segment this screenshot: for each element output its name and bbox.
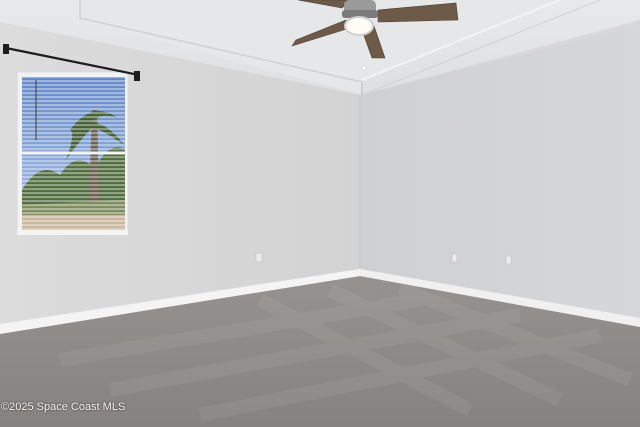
- room-illustration: [0, 0, 640, 427]
- window-icon: [16, 71, 129, 235]
- copyright-watermark: ©2025 Space Coast MLS: [1, 401, 126, 413]
- empty-bedroom-photo: ©2025 Space Coast MLS: [0, 0, 640, 427]
